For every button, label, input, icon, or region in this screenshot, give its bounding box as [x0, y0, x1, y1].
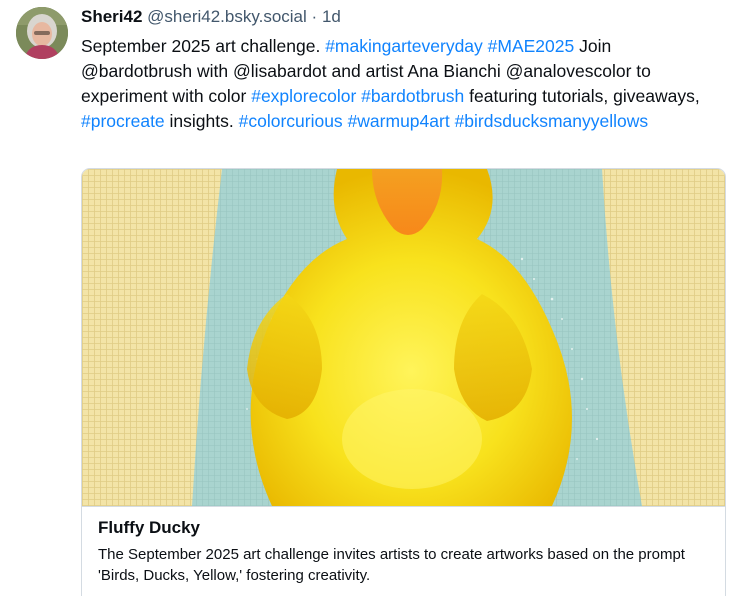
author-handle[interactable]: @sheri42.bsky.social [147, 7, 307, 26]
post-text-segment: September 2025 art challenge. [81, 36, 326, 56]
post-text: September 2025 art challenge. #makingart… [81, 34, 726, 134]
post-text-segment: insights. [164, 111, 239, 131]
link-card-image [82, 169, 725, 507]
post-timestamp[interactable]: 1d [322, 7, 341, 26]
hashtag-link[interactable]: #MAE2025 [488, 36, 575, 56]
post-content: Sheri42 @sheri42.bsky.social · 1d Septem… [81, 6, 726, 134]
post[interactable]: Sheri42 @sheri42.bsky.social · 1d Septem… [0, 0, 743, 596]
hashtag-link[interactable]: #explorecolor [251, 86, 356, 106]
post-text-segment: featuring tutorials, giveaways, [464, 86, 705, 106]
hashtag-link[interactable]: #birdsducksmanyyellows [455, 111, 649, 131]
hashtag-link[interactable]: #makingarteveryday [325, 36, 483, 56]
link-card-title: Fluffy Ducky [98, 518, 201, 537]
avatar-photo [16, 7, 68, 59]
link-card-body: Fluffy Ducky The September 2025 art chal… [82, 507, 725, 586]
hashtag-link[interactable]: #warmup4art [348, 111, 450, 131]
link-card-description: The September 2025 art challenge invites… [98, 546, 685, 584]
hashtag-link[interactable]: #bardotbrush [361, 86, 464, 106]
meta-separator: · [311, 7, 318, 26]
author-display-name[interactable]: Sheri42 [81, 7, 142, 26]
hashtag-link[interactable]: #procreate [81, 111, 165, 131]
link-card[interactable]: Fluffy Ducky The September 2025 art chal… [81, 168, 726, 596]
avatar[interactable] [16, 7, 68, 59]
hashtag-link[interactable]: #colorcurious [239, 111, 343, 131]
post-meta: Sheri42 @sheri42.bsky.social · 1d [81, 6, 726, 28]
